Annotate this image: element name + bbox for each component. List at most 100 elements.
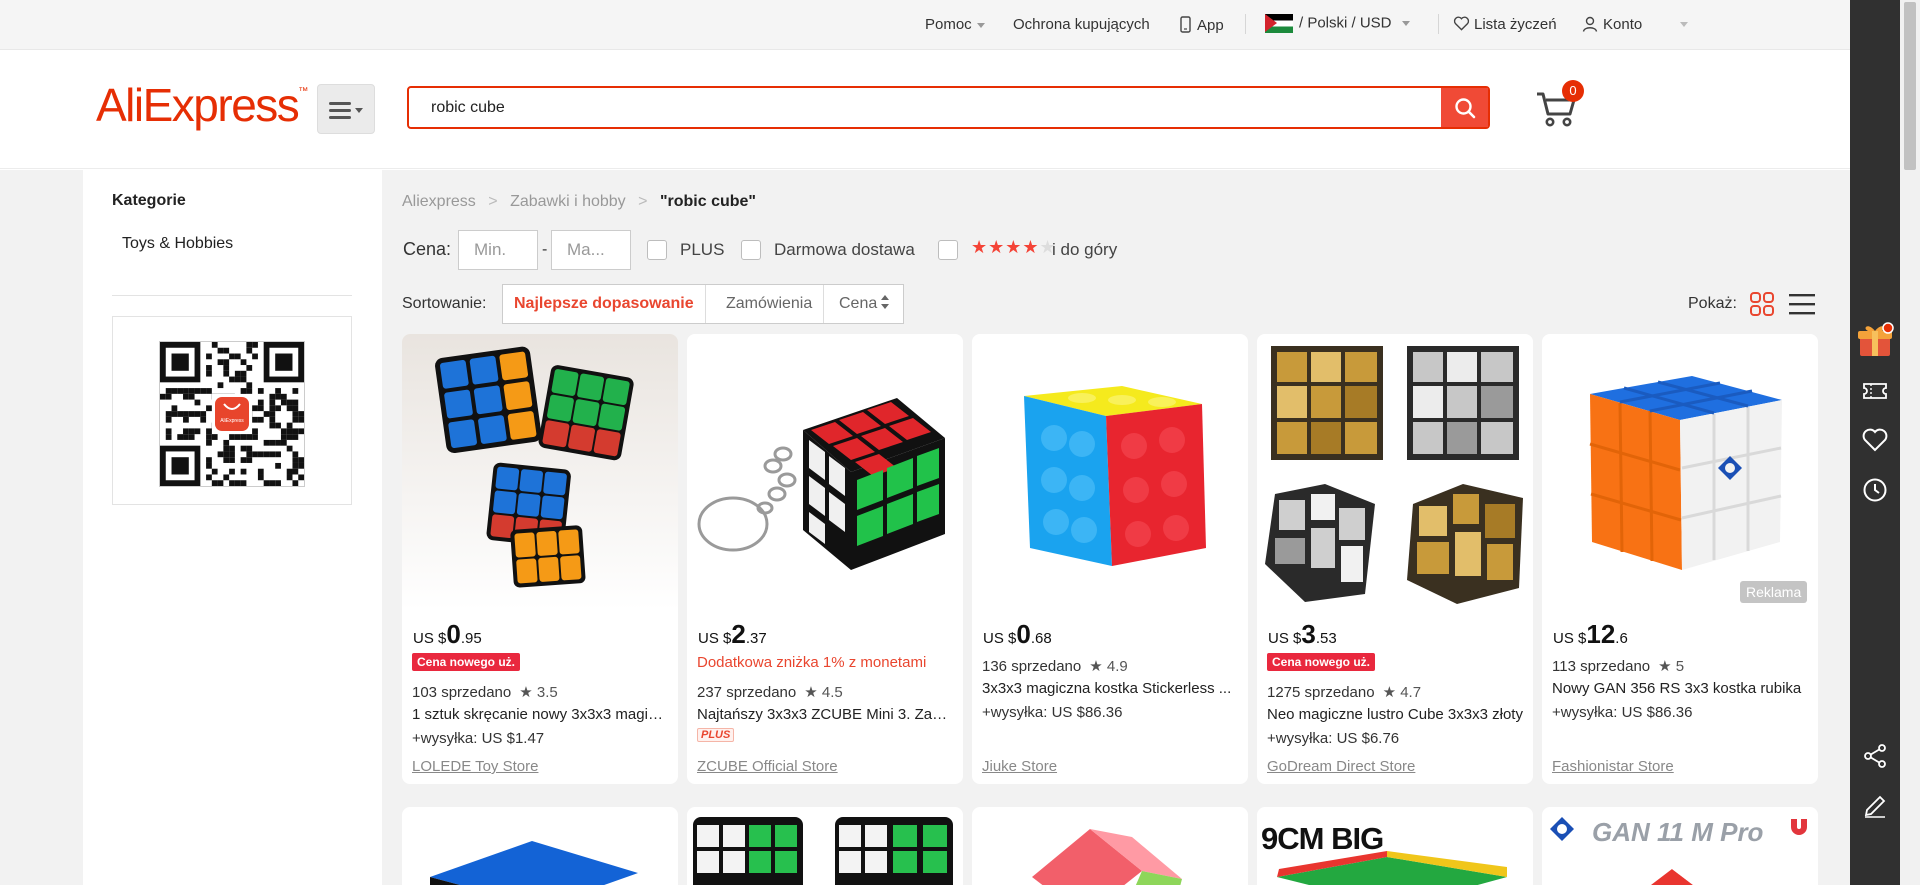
price-range-dash: - <box>542 241 548 258</box>
product-image[interactable] <box>1542 334 1818 610</box>
product-title[interactable]: 1 sztuk skręcanie nowy 3x3x3 magiczna ko… <box>412 706 668 723</box>
free-shipping-checkbox[interactable] <box>741 240 761 260</box>
page-scrollbar[interactable] <box>1900 0 1920 885</box>
breadcrumb-item[interactable]: Aliexpress <box>402 193 476 210</box>
rating-value: ★ 3.5 <box>519 684 558 701</box>
price-decimal: .6 <box>1615 630 1628 647</box>
flag-icon <box>1265 14 1293 33</box>
product-image[interactable] <box>1257 334 1533 610</box>
sidebar-item-toys-hobbies[interactable]: Toys & Hobbies <box>122 235 233 253</box>
grid-view-icon[interactable] <box>1750 292 1774 316</box>
product-image[interactable] <box>402 334 678 610</box>
sold-count: 1275 sprzedano ★ 4.7 <box>1267 683 1421 701</box>
product-card[interactable] <box>972 807 1248 885</box>
product-card[interactable]: US $3.53 Cena nowego uż. 1275 sprzedano ★… <box>1257 334 1533 784</box>
menu-icon <box>329 102 363 119</box>
sold-count: 136 sprzedano ★ 4.9 <box>982 657 1128 675</box>
product-card[interactable]: US $0.95 Cena nowego uż. 103 sprzedano ★ … <box>402 334 678 784</box>
breadcrumb-separator: > <box>488 193 498 210</box>
rating-value: ★ 4.5 <box>804 684 843 701</box>
cart-count-badge: 0 <box>1562 80 1584 102</box>
product-image[interactable] <box>1542 807 1818 885</box>
buyer-protection-link[interactable]: Ochrona kupujących <box>1013 16 1150 33</box>
price-currency: US $ <box>1268 630 1302 647</box>
price-integer: 0 <box>446 619 461 649</box>
sort-price[interactable]: Cena <box>828 285 901 323</box>
product-card[interactable]: US $2.37 Dodatkowa zniżka 1% z monetami … <box>687 334 963 784</box>
price-min-input[interactable]: Min. <box>458 230 538 270</box>
coupon-icon[interactable] <box>1862 378 1888 404</box>
sort-best-match[interactable]: Najlepsze dopasowanie <box>503 285 706 323</box>
rating-filter-label[interactable]: i do góry <box>1052 240 1117 260</box>
product-image[interactable] <box>1257 807 1533 885</box>
store-link[interactable]: LOLEDE Toy Store <box>412 758 538 775</box>
price-integer: 2 <box>731 619 746 649</box>
price-decimal: .37 <box>745 630 767 647</box>
product-image[interactable] <box>972 807 1248 885</box>
product-price: US $0.95 <box>413 619 482 650</box>
locale-selector[interactable]: / Polski / USD <box>1265 14 1410 33</box>
category-sidebar: Kategorie Toys & Hobbies AliExpress <box>83 170 382 885</box>
product-card[interactable]: GAN 11 M Pro <box>1542 807 1818 885</box>
gift-icon[interactable] <box>1856 320 1894 358</box>
qr-code: AliExpress <box>159 341 305 487</box>
product-image[interactable] <box>402 807 678 885</box>
cart-button[interactable]: 0 <box>1534 80 1584 130</box>
rating-stars[interactable]: ★★★★★ <box>971 237 1057 258</box>
sidebar-title: Kategorie <box>112 192 186 209</box>
price-integer: 0 <box>1016 619 1031 649</box>
product-card[interactable]: US $0.68 136 sprzedano ★ 4.9 3x3x3 magicz… <box>972 334 1248 784</box>
list-view-icon[interactable] <box>1789 293 1815 315</box>
product-title[interactable]: Nowy GAN 356 RS 3x3 kostka rubika <box>1552 680 1808 697</box>
account-menu[interactable]: Konto <box>1582 16 1642 33</box>
product-card[interactable]: Reklama US $12.6 113 sprzedano ★ 5 Nowy G… <box>1542 334 1818 784</box>
account-label: Konto <box>1603 16 1643 33</box>
price-max-input[interactable]: Ma... <box>551 230 631 270</box>
rating-value: ★ 4.7 <box>1382 684 1422 701</box>
history-clock-icon[interactable] <box>1862 477 1888 503</box>
search-input[interactable] <box>411 88 1444 127</box>
store-link[interactable]: ZCUBE Official Store <box>697 758 838 775</box>
search-icon <box>1455 98 1476 119</box>
new-user-price-badge: Cena nowego uż. <box>412 653 521 671</box>
product-image[interactable] <box>687 334 963 610</box>
price-currency: US $ <box>1553 630 1587 647</box>
free-shipping-label[interactable]: Darmowa dostawa <box>774 240 915 260</box>
sort-arrows-icon <box>881 295 890 309</box>
shipping-cost: +wysyłka: US $86.36 <box>1552 704 1693 721</box>
heart-icon[interactable] <box>1862 427 1888 453</box>
divider <box>1438 14 1439 34</box>
categories-menu-button[interactable] <box>317 84 375 134</box>
product-image[interactable] <box>687 807 963 885</box>
wishlist-link[interactable]: Lista życzeń <box>1453 16 1557 33</box>
shipping-cost: +wysyłka: US $86.36 <box>982 704 1123 721</box>
product-card[interactable] <box>402 807 678 885</box>
rating-checkbox[interactable] <box>938 240 958 260</box>
sort-orders[interactable]: Zamówienia <box>715 285 825 323</box>
aliexpress-logo[interactable]: AliExpress™ <box>96 78 308 132</box>
search-button[interactable] <box>1441 88 1488 127</box>
product-title[interactable]: Neo magiczne lustro Cube 3x3x3 złoty <box>1267 706 1523 723</box>
chevron-down-icon[interactable] <box>1680 22 1688 27</box>
product-card[interactable] <box>687 807 963 885</box>
store-link[interactable]: GoDream Direct Store <box>1267 758 1415 775</box>
app-link[interactable]: App <box>1180 16 1224 34</box>
share-icon[interactable] <box>1862 743 1888 769</box>
store-link[interactable]: Fashionistar Store <box>1552 758 1674 775</box>
product-title[interactable]: Najtańszy 3x3x3 ZCUBE Mini 3. Zawieszka <box>697 706 953 723</box>
sold-label: 113 sprzedano <box>1552 658 1651 675</box>
edit-pencil-icon[interactable] <box>1862 793 1888 819</box>
price-decimal: .68 <box>1030 630 1052 647</box>
plus-checkbox[interactable] <box>647 240 667 260</box>
breadcrumb-item[interactable]: Zabawki i hobby <box>510 193 626 210</box>
product-card[interactable]: 9CM BIG <box>1257 807 1533 885</box>
product-image[interactable] <box>972 334 1248 610</box>
phone-icon <box>1180 16 1191 33</box>
logo-trademark: ™ <box>298 86 309 97</box>
sold-label: 103 sprzedano <box>412 684 512 701</box>
plus-filter-label[interactable]: PLUS <box>680 240 724 260</box>
help-menu[interactable]: Pomoc <box>925 16 985 33</box>
scrollbar-thumb[interactable] <box>1904 2 1916 170</box>
store-link[interactable]: Jiuke Store <box>982 758 1057 775</box>
product-title[interactable]: 3x3x3 magiczna kostka Stickerless ... <box>982 680 1238 697</box>
